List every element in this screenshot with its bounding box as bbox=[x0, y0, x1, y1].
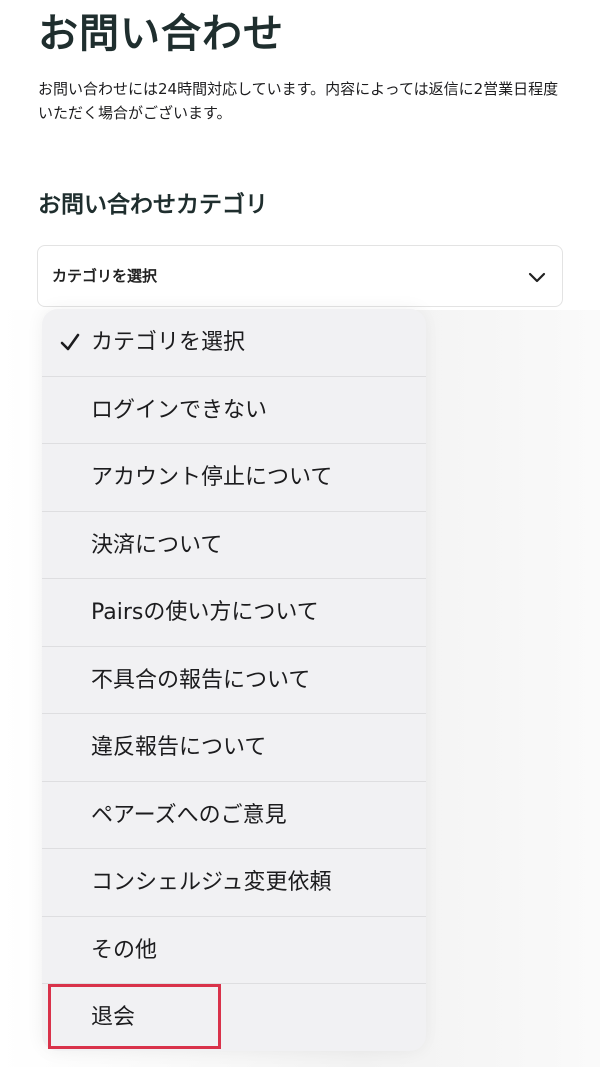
highlight-box bbox=[48, 984, 221, 1049]
picker-option-label: 不具合の報告について bbox=[91, 667, 311, 693]
category-picker: カテゴリを選択 ログインできない アカウント停止について 決済について Pair… bbox=[42, 309, 426, 1051]
intro-text: お問い合わせには24時間対応しています。内容によっては返信に2営業日程度いただく… bbox=[38, 80, 559, 122]
picker-option-bug-report[interactable]: 不具合の報告について bbox=[42, 647, 426, 714]
page-title: お問い合わせ bbox=[38, 11, 284, 57]
picker-option-how-to-use[interactable]: Pairsの使い方について bbox=[42, 579, 426, 647]
category-select-value: カテゴリを選択 bbox=[52, 267, 158, 285]
picker-option-label: カテゴリを選択 bbox=[91, 330, 246, 355]
picker-option-label: ログインできない bbox=[91, 397, 268, 423]
picker-option-label: 決済について bbox=[91, 532, 223, 558]
picker-option-other[interactable]: その他 bbox=[42, 917, 426, 984]
picker-option-label: ペアーズへのご意見 bbox=[91, 802, 287, 828]
category-heading: お問い合わせカテゴリ bbox=[38, 192, 268, 218]
picker-option-concierge-change[interactable]: コンシェルジュ変更依頼 bbox=[42, 849, 426, 917]
checkmark-icon bbox=[60, 333, 80, 351]
picker-option-label: Pairsの使い方について bbox=[91, 600, 319, 625]
category-select[interactable]: カテゴリを選択 bbox=[37, 245, 563, 307]
picker-option-login[interactable]: ログインできない bbox=[42, 377, 426, 444]
picker-option-label: アカウント停止について bbox=[91, 465, 333, 490]
picker-option-label: その他 bbox=[91, 937, 158, 963]
chevron-down-icon bbox=[528, 272, 546, 283]
picker-option-select-category[interactable]: カテゴリを選択 bbox=[42, 309, 426, 377]
picker-option-label: 違反報告について bbox=[91, 735, 267, 760]
picker-option-feedback[interactable]: ペアーズへのご意見 bbox=[42, 782, 426, 849]
picker-option-payment[interactable]: 決済について bbox=[42, 512, 426, 579]
picker-option-violation-report[interactable]: 違反報告について bbox=[42, 714, 426, 782]
picker-option-account-suspension[interactable]: アカウント停止について bbox=[42, 444, 426, 512]
picker-option-label: コンシェルジュ変更依頼 bbox=[91, 870, 332, 895]
